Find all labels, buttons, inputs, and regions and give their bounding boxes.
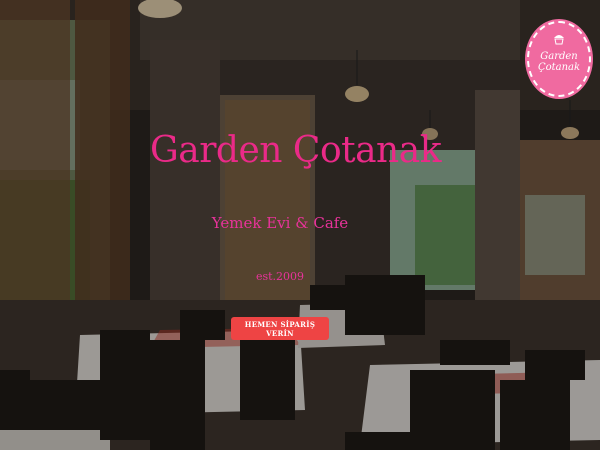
logo-line-1: Garden bbox=[540, 51, 578, 62]
hero-title: Garden Çotanak bbox=[150, 130, 442, 171]
logo-wordmark: Garden Çotanak bbox=[529, 51, 589, 73]
order-now-button[interactable]: HEMEN SİPARİŞ VERİN bbox=[231, 317, 329, 340]
hero-subtitle: Yemek Evi & Cafe bbox=[211, 214, 349, 232]
brand-logo[interactable]: Garden Çotanak bbox=[527, 21, 591, 97]
logo-line-2: Çotanak bbox=[537, 62, 581, 73]
established-year: est.2009 bbox=[255, 270, 305, 283]
cupcake-icon bbox=[554, 35, 564, 45]
hero-section: Garden Çotanak Garden Çotanak Yemek Evi … bbox=[0, 0, 600, 450]
